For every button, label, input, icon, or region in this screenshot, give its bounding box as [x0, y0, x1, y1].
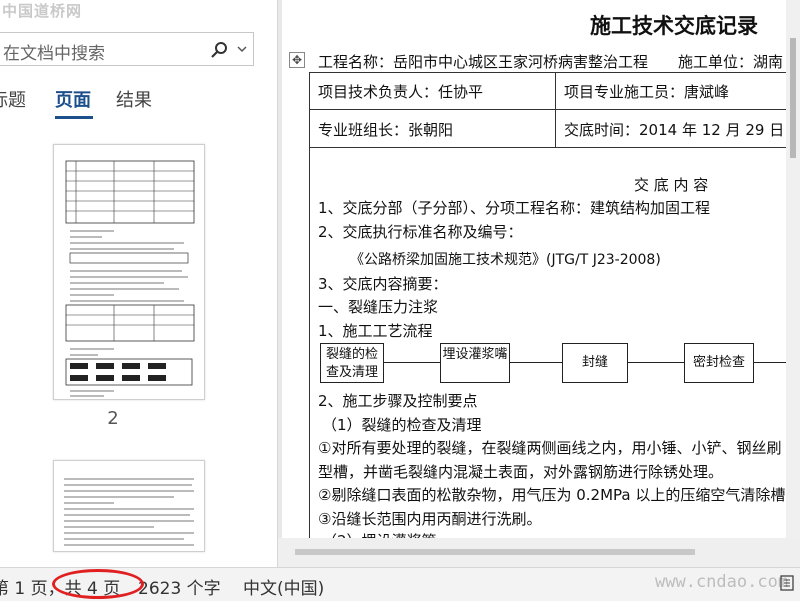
project-line: 工程名称：岳阳市中心城区王家河桥病害整治工程 施工单位：湖南	[318, 53, 784, 71]
briefing-date: 交底时间：2014 年 12 月 29 日	[564, 121, 785, 139]
search-icon[interactable]	[209, 39, 231, 61]
word-count[interactable]: 2623 个字	[138, 574, 221, 599]
table-border	[555, 72, 556, 147]
paragraph: 一、裂缝压力注浆	[318, 298, 439, 316]
language-indicator[interactable]: 中文(中国)	[243, 574, 324, 599]
horizontal-scroll-thumb[interactable]	[295, 549, 695, 555]
paragraph: 型槽，并凿毛裂缝内混凝土表面，对外露钢筋进行除锈处理。	[318, 463, 724, 481]
paragraph: ①对所有要处理的裂缝，在裂缝两侧画线之内，用小锤、小铲、钢丝刷	[318, 439, 782, 457]
flow-step-3: 封缝	[562, 343, 628, 383]
team-leader: 专业班组长：张朝阳	[318, 121, 454, 139]
chevron-down-icon[interactable]	[235, 41, 249, 57]
page-thumbnail[interactable]	[53, 460, 205, 552]
paragraph: （1）裂缝的检查及清理	[322, 416, 482, 434]
watermark-logo: 中国道桥网	[2, 2, 83, 20]
tab-results[interactable]: 结果	[116, 86, 152, 112]
section-title: 交 底 内 容	[634, 176, 709, 194]
flow-step-4: 密封检查	[684, 343, 754, 383]
paragraph: 3、交底内容摘要：	[318, 275, 448, 293]
tab-pages[interactable]: 页面	[55, 86, 91, 112]
search-input[interactable]: 在文档中搜索	[3, 39, 105, 64]
paragraph: ②剔除缝口表面的松散杂物，用气压为 0.2MPa 以上的压缩空气清除槽	[318, 486, 786, 504]
table-border	[309, 72, 310, 538]
paragraph: （2）埋设灌浆管	[322, 530, 437, 538]
table-border	[309, 147, 800, 148]
site-engineer: 项目专业施工员：唐斌峰	[564, 83, 730, 101]
flow-step-1: 裂缝的检查及清理	[320, 343, 384, 383]
read-mode-icon[interactable]	[779, 574, 795, 592]
document-title: 施工技术交底记录	[590, 14, 758, 38]
navigation-pane: 在文档中搜索 标题 页面 结果	[0, 0, 278, 567]
active-tab-indicator	[55, 116, 93, 119]
watermark-url: www.cndao.com	[655, 572, 789, 592]
paragraph: ③沿缝长范围内用丙酮进行洗刷。	[318, 510, 542, 528]
paragraph: 2、交底执行标准名称及编号：	[318, 223, 523, 241]
table-move-handle[interactable]: ✥	[289, 52, 305, 68]
paragraph: 1、施工工艺流程	[318, 322, 433, 340]
thumbnail-preview	[64, 478, 194, 546]
document-page: 施工技术交底记录 ✥ 工程名称：岳阳市中心城区王家河桥病害整治工程 施工单位：湖…	[282, 0, 800, 538]
highlight-annotation	[52, 569, 144, 599]
paragraph: 1、交底分部（子分部）、分项工程名称：建筑结构加固工程	[318, 199, 711, 217]
standard-name: 《公路桥梁加固施工技术规范》(JTG/T J23-2008)	[350, 252, 661, 268]
tab-headings[interactable]: 标题	[0, 86, 26, 112]
page-thumbnail[interactable]	[53, 144, 205, 400]
thumbnail-preview	[65, 160, 195, 397]
tech-lead: 项目技术负责人：任协平	[318, 83, 484, 101]
flow-step-2: 埋设灌浆嘴	[440, 343, 510, 383]
vertical-scroll-thumb[interactable]	[790, 38, 796, 158]
paragraph: 2、施工步骤及控制要点	[318, 392, 478, 410]
thumbnail-page-number: 2	[107, 408, 119, 429]
search-box[interactable]: 在文档中搜索	[0, 32, 254, 66]
